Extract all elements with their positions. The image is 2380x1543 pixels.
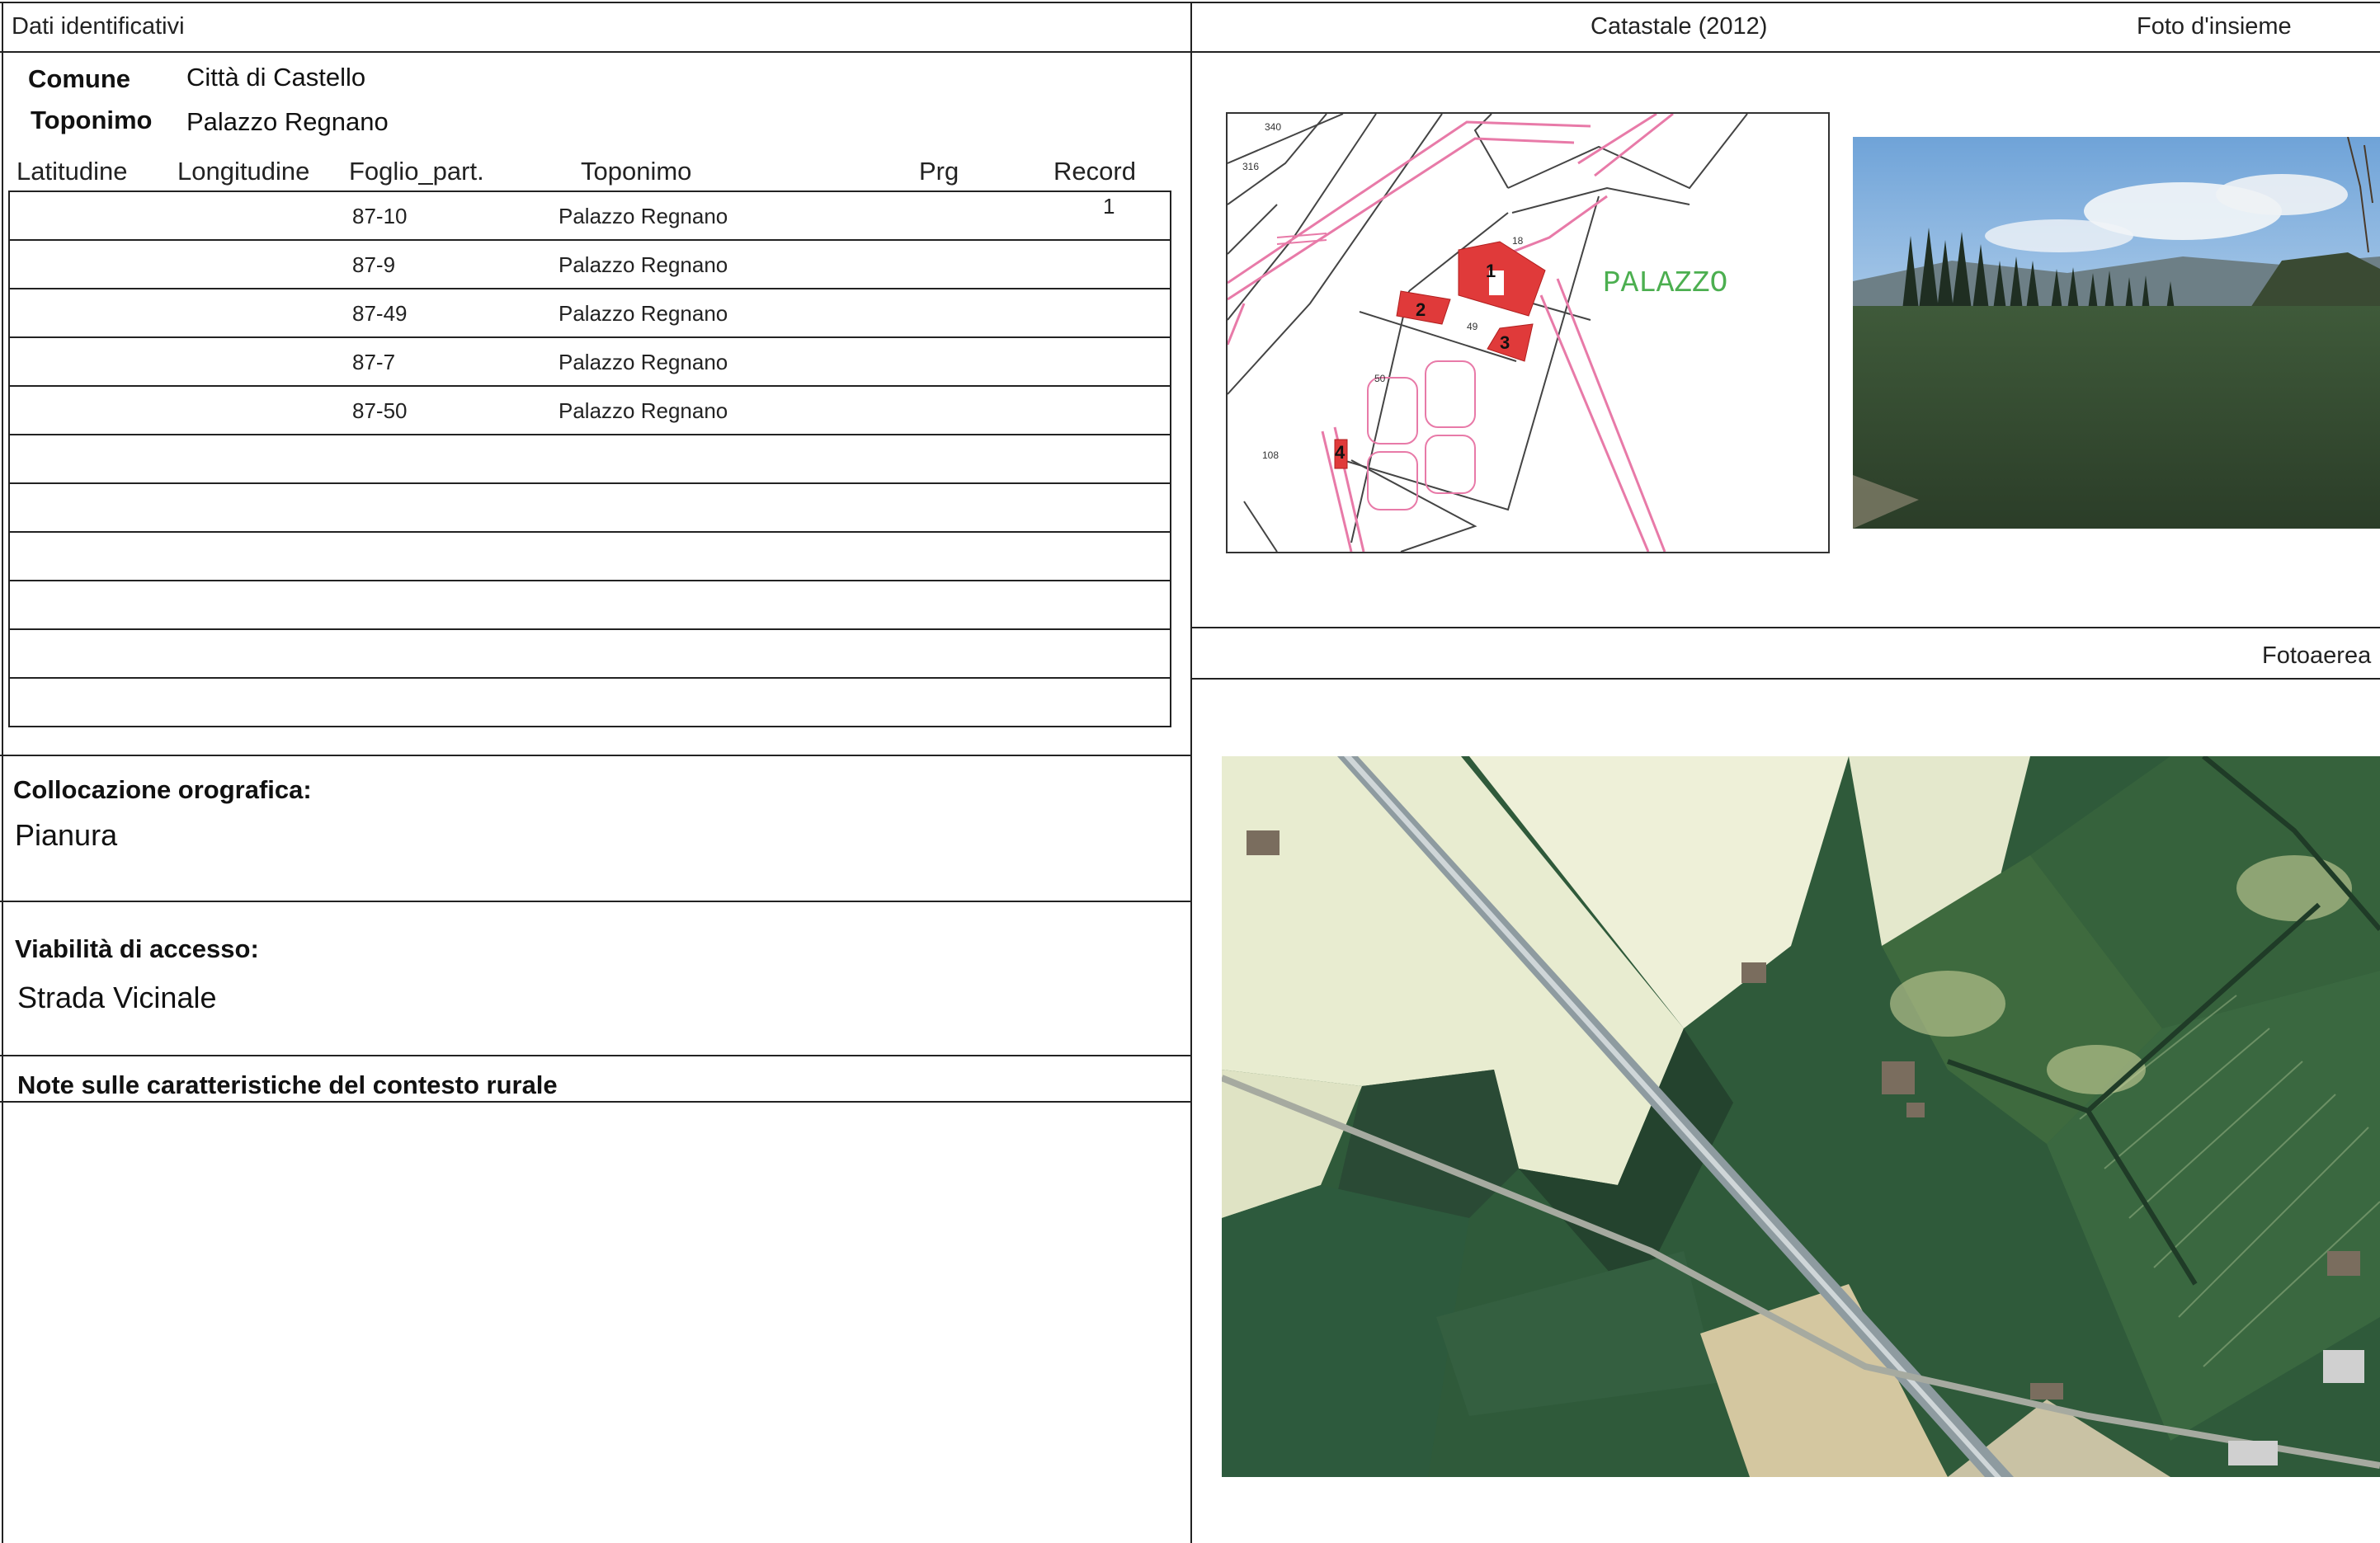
note-label: Note sulle caratteristiche del contesto …	[17, 1070, 558, 1099]
table-row	[8, 434, 1171, 484]
small-number-316: 316	[1242, 161, 1259, 172]
map-palazzo-label: PALAZZO	[1603, 266, 1727, 300]
fotoaerea-top-border	[1190, 627, 2380, 628]
small-number-49: 49	[1467, 321, 1478, 332]
catastale-title: Catastale (2012)	[1591, 13, 1768, 40]
foto-insieme-photo	[1853, 137, 2380, 529]
table-row: 87-50 Palazzo Regnano	[8, 385, 1171, 435]
toponimo-value: Palazzo Regnano	[186, 107, 389, 136]
toponimo-label: Toponimo	[31, 106, 153, 134]
col-longitudine: Longitudine	[177, 157, 310, 186]
cell-record: 1	[1103, 194, 1115, 219]
particelle-table: 87-10 Palazzo Regnano 1 87-9 Palazzo Regnano…	[8, 191, 1171, 727]
left-border	[2, 2, 3, 1543]
col-foglio: Foglio_part.	[349, 157, 484, 186]
table-row	[8, 677, 1171, 727]
fotoaerea-bottom-border	[1190, 678, 2380, 680]
col-toponimo: Toponimo	[581, 157, 692, 186]
foto-insieme-title: Foto d'insieme	[2137, 13, 2292, 40]
comune-label: Comune	[28, 64, 130, 93]
fotoaerea-photo	[1222, 756, 2380, 1477]
note-top-border	[0, 1055, 1190, 1056]
parcel-number-2: 2	[1416, 299, 1426, 320]
table-row: 87-49 Palazzo Regnano	[8, 288, 1171, 338]
note-bottom-border	[0, 1101, 1190, 1103]
table-row: 87-9 Palazzo Regnano	[8, 239, 1171, 289]
cell-toponimo: Palazzo Regnano	[558, 350, 728, 374]
cell-toponimo: Palazzo Regnano	[558, 398, 728, 423]
table-row	[8, 482, 1171, 533]
cell-toponimo: Palazzo Regnano	[558, 204, 728, 228]
orografica-label: Collocazione orografica:	[13, 775, 312, 804]
col-record: Record	[1053, 157, 1136, 186]
small-number-108: 108	[1262, 449, 1279, 461]
cell-toponimo: Palazzo Regnano	[558, 301, 728, 326]
cell-foglio: 87-10	[352, 204, 408, 228]
small-number-340: 340	[1265, 121, 1281, 133]
cell-toponimo: Palazzo Regnano	[558, 252, 728, 277]
col-prg: Prg	[919, 157, 959, 186]
table-row	[8, 580, 1171, 630]
comune-value: Città di Castello	[186, 63, 366, 92]
parcel-number-3: 3	[1500, 332, 1510, 353]
cell-foglio: 87-9	[352, 252, 396, 277]
table-row	[8, 531, 1171, 581]
small-number-18: 18	[1512, 235, 1524, 247]
table-row: 87-7 Palazzo Regnano	[8, 336, 1171, 387]
fotoaerea-title: Fotoaerea	[2262, 642, 2372, 669]
parcel-number-4: 4	[1335, 442, 1346, 463]
small-number-50: 50	[1374, 373, 1386, 384]
catastale-map: 1 2 3 4 340 316 18 50 49 108 PALAZZO	[1226, 112, 1830, 553]
parcel-number-1: 1	[1486, 261, 1496, 281]
center-divider	[1190, 2, 1192, 1543]
viabilita-label: Viabilità di accesso:	[15, 934, 259, 963]
viabilita-value: Strada Vicinale	[17, 981, 217, 1014]
cell-foglio: 87-49	[352, 301, 408, 326]
dati-identificativi-title: Dati identificativi	[12, 13, 185, 40]
cell-foglio: 87-7	[352, 350, 396, 374]
orografica-value: Pianura	[15, 818, 118, 852]
table-row	[8, 628, 1171, 679]
orografica-top-border	[0, 755, 1190, 756]
cell-foglio: 87-50	[352, 398, 408, 423]
viabilita-top-border	[0, 901, 1190, 902]
table-row: 87-10 Palazzo Regnano 1	[8, 191, 1171, 241]
col-latitudine: Latitudine	[16, 157, 128, 186]
